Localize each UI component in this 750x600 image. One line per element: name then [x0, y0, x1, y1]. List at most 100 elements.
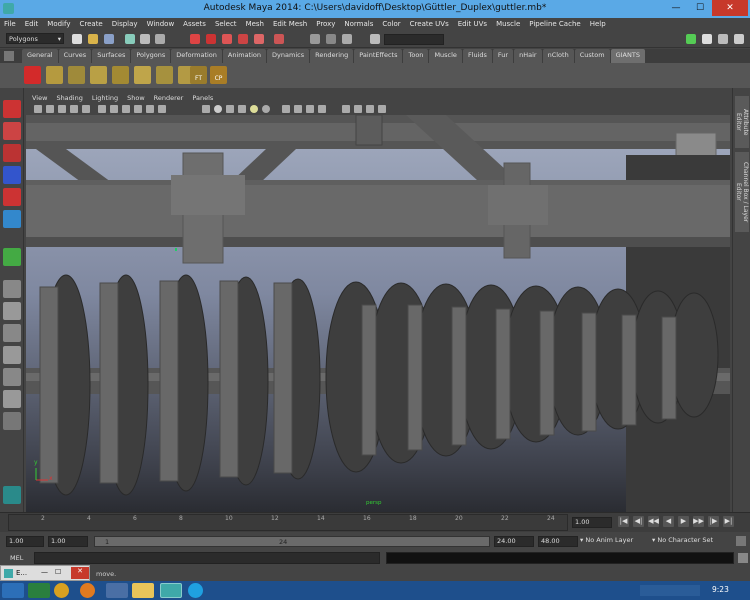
save-scene-icon[interactable]	[104, 34, 114, 44]
menu-file[interactable]: File	[4, 20, 16, 28]
mel-command-input[interactable]	[34, 552, 380, 564]
ipr-render-icon[interactable]	[326, 34, 336, 44]
taskbar-excel-icon[interactable]	[28, 583, 50, 598]
open-scene-icon[interactable]	[88, 34, 98, 44]
giants-logo-icon[interactable]	[24, 66, 41, 84]
lasso-tool-icon[interactable]	[3, 122, 21, 140]
show-tool-settings-icon[interactable]	[718, 34, 728, 44]
show-channel-box-icon[interactable]	[734, 34, 744, 44]
input-line-icon[interactable]	[370, 34, 380, 44]
shelf-tab-nhair[interactable]: nHair	[514, 49, 542, 63]
ambient-occlusion-icon[interactable]	[282, 105, 290, 113]
shadows-icon[interactable]	[262, 105, 270, 113]
snap-view-icon[interactable]	[238, 34, 248, 44]
layout-four-icon[interactable]	[3, 302, 21, 320]
shelf-tab-deformation[interactable]: Deformation	[171, 49, 222, 63]
shelf-tab-rendering[interactable]: Rendering	[310, 49, 354, 63]
menu-assets[interactable]: Assets	[183, 20, 206, 28]
viewport-persp[interactable]: x y persp	[26, 115, 730, 512]
grid-toggle-icon[interactable]	[82, 105, 90, 113]
snap-surface-icon[interactable]	[254, 34, 264, 44]
scale-tool-icon[interactable]	[3, 210, 21, 228]
floating-panel[interactable]: E... — ☐ ✕	[0, 565, 90, 581]
panel-menu-shading[interactable]: Shading	[56, 94, 82, 102]
smooth-shade-icon[interactable]	[214, 105, 222, 113]
tray-icons[interactable]	[640, 585, 700, 596]
snap-point-icon[interactable]	[222, 34, 232, 44]
attribute-editor-tab[interactable]: Attribute Editor	[735, 96, 749, 148]
menu-select[interactable]: Select	[215, 20, 237, 28]
play-forward-button[interactable]: ▶	[678, 516, 689, 527]
freeze-transform-icon[interactable]: FT	[190, 66, 207, 84]
field-chart-icon[interactable]	[134, 105, 142, 113]
menu-pipeline-cache[interactable]: Pipeline Cache	[529, 20, 580, 28]
select-object-icon[interactable]	[140, 34, 150, 44]
shelf-tab-general[interactable]: General	[22, 49, 58, 63]
snap-curve-icon[interactable]	[206, 34, 216, 44]
menu-window[interactable]: Window	[147, 20, 175, 28]
playback-end-field[interactable]: 24.00	[494, 536, 534, 547]
multisample-icon[interactable]	[306, 105, 314, 113]
move-tool-icon[interactable]	[3, 166, 21, 184]
taskbar-app-icon[interactable]	[106, 583, 128, 598]
select-camera-icon[interactable]	[34, 105, 42, 113]
select-component-icon[interactable]	[155, 34, 165, 44]
giants-tool-3-icon[interactable]	[90, 66, 107, 84]
channel-box-tab[interactable]: Channel Box / Layer Editor	[735, 152, 749, 232]
taskbar-skype-icon[interactable]	[188, 583, 203, 598]
giants-tool-1-icon[interactable]	[46, 66, 63, 84]
resolution-gate-icon[interactable]	[110, 105, 118, 113]
shelf-tab-polygons[interactable]: Polygons	[131, 49, 171, 63]
image-plane-icon[interactable]	[70, 105, 78, 113]
paint-select-tool-icon[interactable]	[3, 144, 21, 162]
floating-restore-button[interactable]: ☐	[55, 568, 61, 576]
panel-menu-lighting[interactable]: Lighting	[92, 94, 118, 102]
start-button-icon[interactable]	[2, 583, 24, 598]
shelf-tab-ncloth[interactable]: nCloth	[542, 49, 574, 63]
anim-layer-dropdown[interactable]: ▾ No Anim Layer	[580, 536, 650, 547]
xray-components-icon[interactable]	[378, 105, 386, 113]
step-forward-frame-button[interactable]: ▶▶	[693, 516, 704, 527]
shelf-tab-fur[interactable]: Fur	[492, 49, 514, 63]
input-line-field[interactable]	[384, 34, 444, 45]
layout-hypershade-icon[interactable]	[3, 390, 21, 408]
panel-menu-panels[interactable]: Panels	[192, 94, 213, 102]
motion-blur-icon[interactable]	[294, 105, 302, 113]
snap-grid-icon[interactable]	[190, 34, 200, 44]
step-back-frame-button[interactable]: ◀◀	[648, 516, 659, 527]
taskbar-chrome-icon[interactable]	[54, 583, 69, 598]
film-gate-icon[interactable]	[98, 105, 106, 113]
render-settings-icon[interactable]	[342, 34, 352, 44]
select-hierarchy-icon[interactable]	[125, 34, 135, 44]
menu-edit[interactable]: Edit	[25, 20, 39, 28]
shelf-tab-muscle[interactable]: Muscle	[429, 49, 462, 63]
taskbar-clock[interactable]: 9:23	[712, 585, 729, 594]
menu-display[interactable]: Display	[112, 20, 138, 28]
go-to-start-button[interactable]: |◀	[618, 516, 629, 527]
layout-outliner-icon[interactable]	[3, 346, 21, 364]
shelf-tab-custom[interactable]: Custom	[574, 49, 610, 63]
time-ruler[interactable]: 2 4 6 8 10 12 14 16 18 20 22 24	[8, 514, 568, 531]
close-button[interactable]: ✕	[712, 0, 748, 16]
menu-modify[interactable]: Modify	[47, 20, 70, 28]
menu-edit-mesh[interactable]: Edit Mesh	[273, 20, 307, 28]
shelf-tab-curves[interactable]: Curves	[58, 49, 92, 63]
shelf-tab-surfaces[interactable]: Surfaces	[92, 49, 131, 63]
floating-close-button[interactable]: ✕	[71, 567, 89, 579]
playback-start-field[interactable]: 1.00	[48, 536, 88, 547]
center-pivot-icon[interactable]: CP	[210, 66, 227, 84]
menu-mesh[interactable]: Mesh	[246, 20, 264, 28]
shelf-tab-giants[interactable]: GIANTS	[610, 49, 645, 63]
new-scene-icon[interactable]	[72, 34, 82, 44]
go-to-end-button[interactable]: ▶|	[723, 516, 734, 527]
rotate-tool-icon[interactable]	[3, 188, 21, 206]
start-time-field[interactable]: 1.00	[6, 536, 44, 547]
history-icon[interactable]	[274, 34, 284, 44]
maximize-button[interactable]: ☐	[688, 0, 712, 16]
giants-tool-6-icon[interactable]	[156, 66, 173, 84]
layout-graph-icon[interactable]	[3, 368, 21, 386]
gate-mask-icon[interactable]	[122, 105, 130, 113]
shelf-tab-fluids[interactable]: Fluids	[462, 49, 492, 63]
menu-create[interactable]: Create	[79, 20, 102, 28]
shelf-tab-painteffects[interactable]: PaintEffects	[354, 49, 403, 63]
